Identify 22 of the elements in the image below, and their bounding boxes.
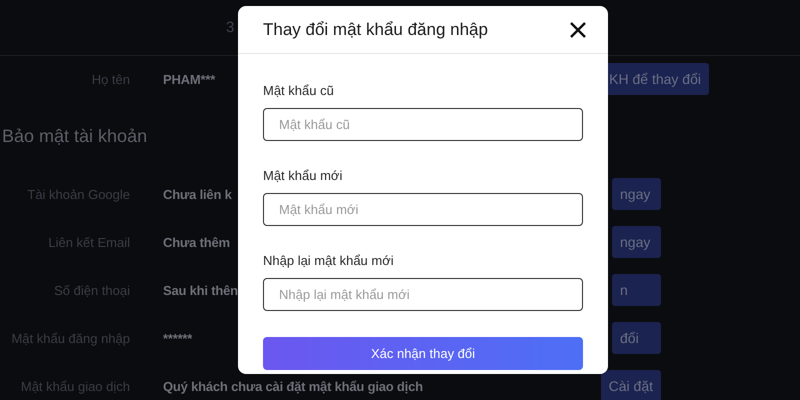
field-value: PHAM*** bbox=[163, 72, 216, 86]
dialog-title: Thay đổi mật khẩu đăng nhập bbox=[263, 20, 488, 40]
action-button[interactable]: ngay bbox=[612, 178, 661, 210]
header-text: 3 bbox=[226, 19, 234, 36]
password-field[interactable]: Mật khẩu cũ bbox=[263, 108, 583, 141]
field-value: Quý khách chưa cài đặt mật khẩu giao dịch bbox=[163, 378, 423, 394]
field-value: ****** bbox=[163, 330, 194, 346]
password-field[interactable]: Nhập lại mật khẩu mới bbox=[263, 278, 583, 311]
action-button[interactable]: đổi bbox=[612, 322, 661, 354]
field-value: Chưa liên k bbox=[163, 186, 233, 202]
confirm-button[interactable]: Xác nhận thay đổi bbox=[263, 337, 583, 370]
field-label: Nhập lại mật khẩu mới bbox=[263, 253, 395, 268]
action-button[interactable]: Cài đặt bbox=[600, 370, 661, 400]
action-button[interactable]: ngay bbox=[612, 226, 661, 258]
close-icon[interactable] bbox=[568, 20, 588, 40]
section-title: Bảo mật tài khoản bbox=[2, 126, 148, 146]
field-value: Chưa thêm bbox=[163, 234, 231, 250]
field-label: Mật khẩu cũ bbox=[263, 83, 335, 98]
field-label: Mật khẩu mới bbox=[263, 168, 344, 183]
action-button[interactable]: n bbox=[612, 274, 661, 306]
field-value: Sau khi thên bbox=[163, 282, 238, 298]
password-field[interactable]: Mật khẩu mới bbox=[263, 193, 583, 226]
